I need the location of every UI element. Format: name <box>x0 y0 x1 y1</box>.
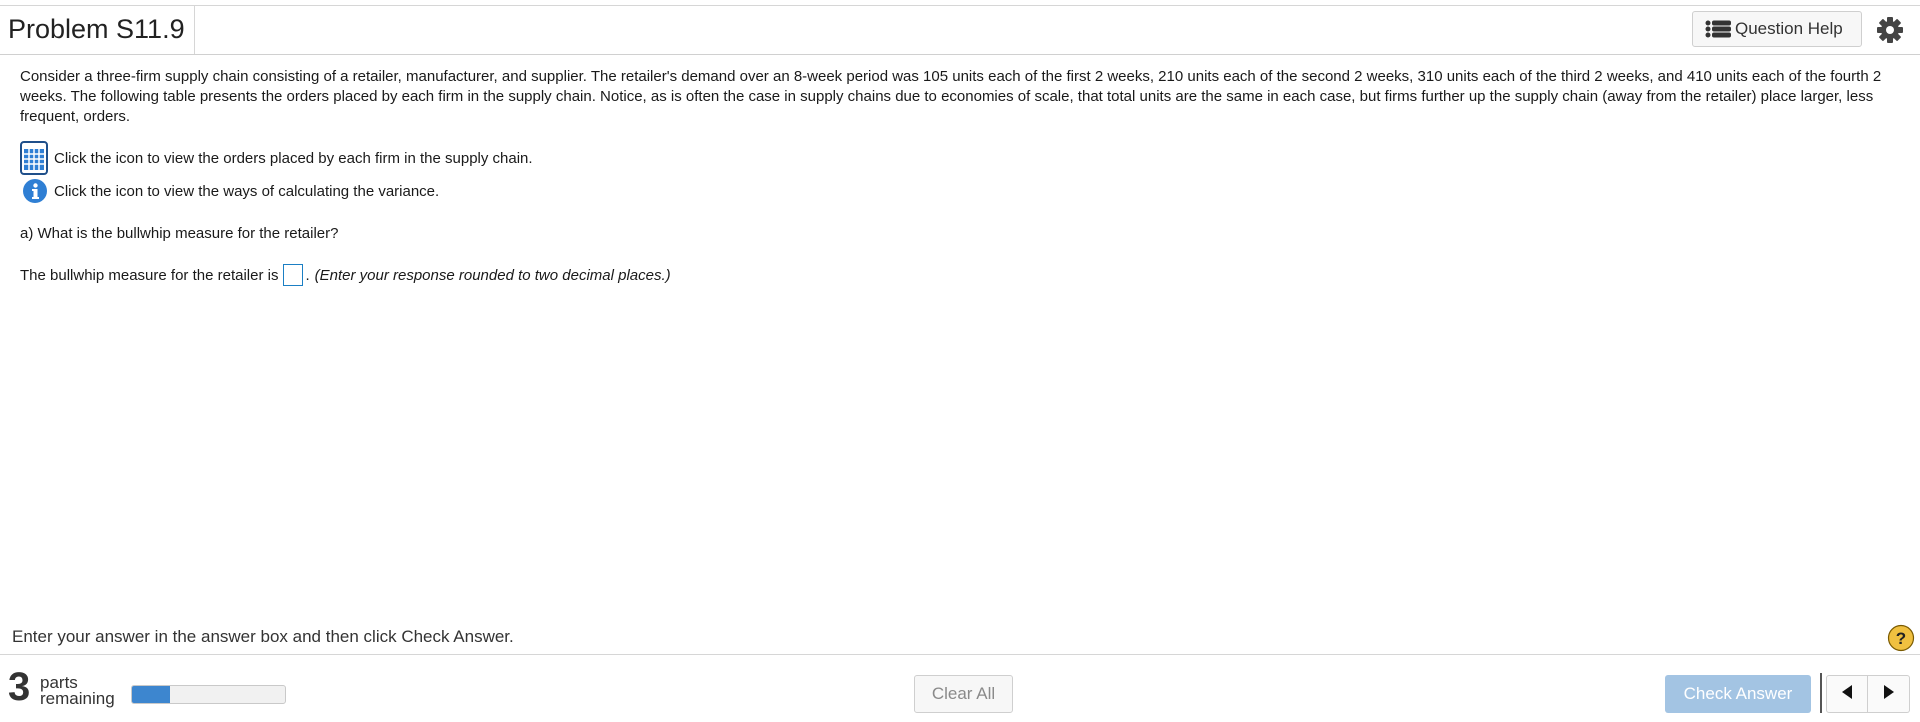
gear-icon[interactable] <box>1876 16 1904 44</box>
info-link-text: Click the icon to view the ways of calcu… <box>54 182 440 200</box>
title-area: Problem S11.9 <box>0 6 195 54</box>
previous-button[interactable] <box>1826 675 1868 713</box>
answer-hint: (Enter your response rounded to two deci… <box>314 266 671 284</box>
triangle-right-icon <box>1882 684 1896 705</box>
answer-suffix: . <box>305 266 310 284</box>
problem-paragraph: Consider a three-firm supply chain consi… <box>20 68 1882 125</box>
page-title: Problem S11.9 <box>8 14 185 44</box>
question-text: a) What is the bullwhip measure for the … <box>20 225 339 242</box>
nav-divider <box>1820 673 1822 713</box>
question-help-label: Question Help <box>1735 19 1843 38</box>
parts-label-line2: remaining <box>40 689 115 708</box>
answer-prefix: The bullwhip measure for the retailer is <box>20 266 279 284</box>
answer-line: The bullwhip measure for the retailer is… <box>20 264 671 286</box>
parts-remaining-count: 3 <box>8 665 31 709</box>
table-icon[interactable] <box>20 141 48 175</box>
progress-fill <box>132 686 171 703</box>
check-answer-button[interactable]: Check Answer <box>1665 675 1811 713</box>
progress-bar <box>131 685 286 704</box>
svg-text:?: ? <box>1896 629 1906 648</box>
triangle-left-icon <box>1840 684 1854 705</box>
header-bar: Problem S11.9 Question Help <box>0 6 1920 55</box>
clear-all-button[interactable]: Clear All <box>914 675 1013 713</box>
problem-text-area: Consider a three-firm supply chain consi… <box>20 67 1900 127</box>
table-link-row: Click the icon to view the orders placed… <box>20 141 533 175</box>
parts-remaining-label: parts remaining <box>40 674 115 708</box>
next-button[interactable] <box>1868 675 1910 713</box>
question-help-button[interactable]: Question Help <box>1692 11 1862 47</box>
footer-bar: 3 parts remaining Clear All Check Answer <box>0 654 1920 722</box>
info-link-row: Click the icon to view the ways of calcu… <box>20 178 439 204</box>
answer-input[interactable] <box>283 264 304 286</box>
instruction-text: Enter your answer in the answer box and … <box>12 627 514 646</box>
info-icon[interactable] <box>22 178 48 204</box>
question-mark-icon[interactable]: ? <box>1887 624 1915 652</box>
table-link-text: Click the icon to view the orders placed… <box>54 149 533 167</box>
list-icon <box>1705 20 1731 38</box>
